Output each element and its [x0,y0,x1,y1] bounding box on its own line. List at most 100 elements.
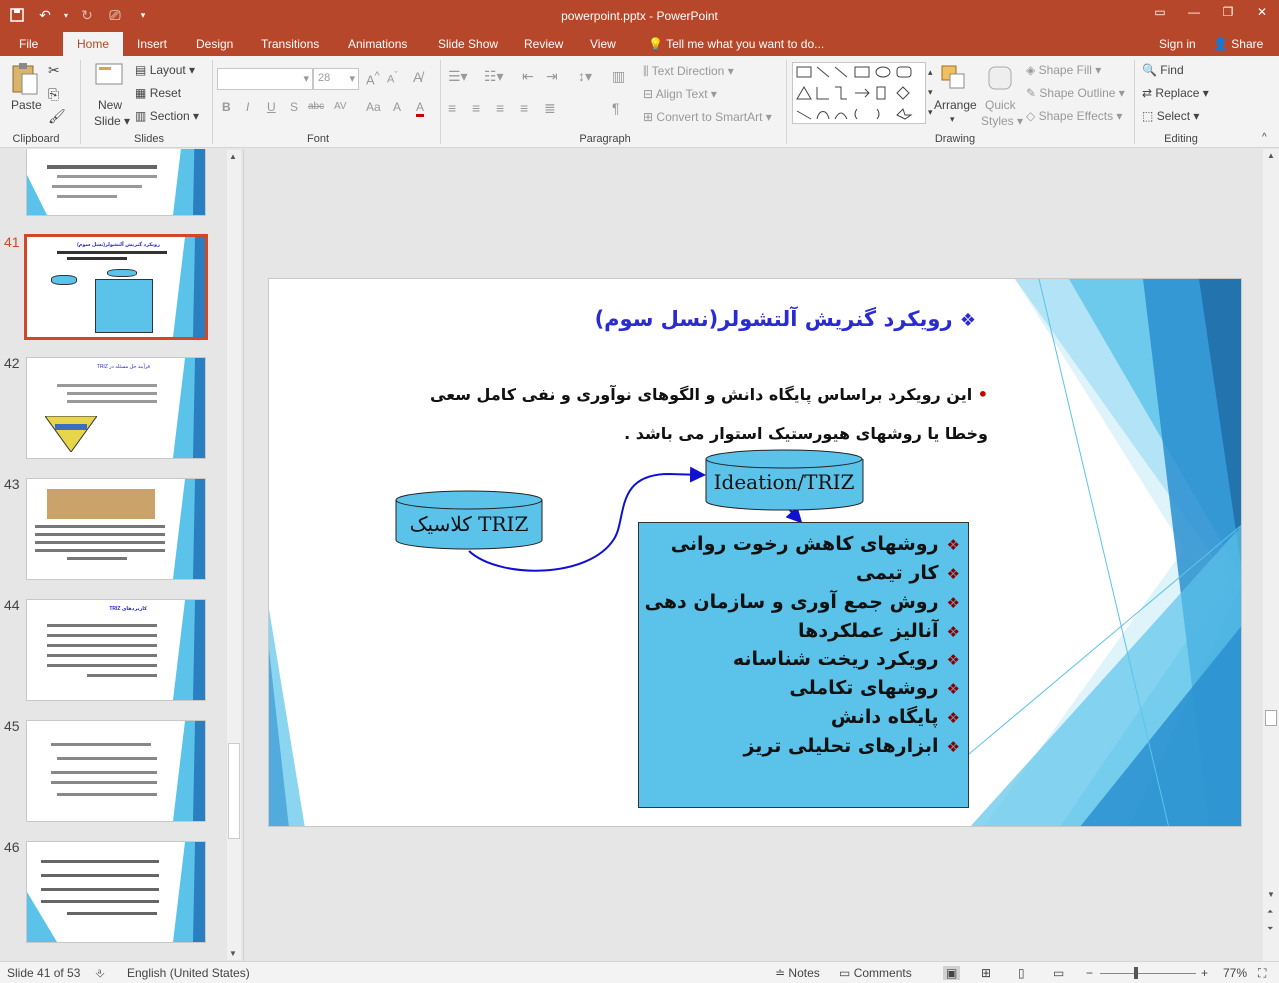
replace-button[interactable]: ⇄ Replace ▾ [1142,86,1209,100]
layout-button[interactable]: ▤ Layout ▾ [135,63,195,77]
current-slide[interactable]: ❖ رویکرد گنریش آلتشولر(نسل سوم) • این رو… [268,278,1242,827]
language-status[interactable]: English (United States) [127,966,250,980]
align-text-button[interactable]: ⊟ Align Text ▾ [643,87,717,101]
bullets-icon[interactable]: ☰▾ [448,68,468,85]
tab-insert[interactable]: Insert [129,32,175,56]
fit-to-window-icon[interactable]: ⛶ [1258,966,1266,981]
reset-button[interactable]: ▦ Reset [135,86,181,100]
scroll-up-icon[interactable]: ▲ [1267,151,1275,160]
normal-view-icon[interactable]: ▣ [943,966,961,980]
tab-view[interactable]: View [582,32,624,56]
close-icon[interactable]: ✕ [1245,0,1279,24]
shape-outline-button[interactable]: ✎ Shape Outline ▾ [1026,86,1125,100]
section-button[interactable]: ▥ Section ▾ [135,109,199,123]
share-button[interactable]: 👤 Share [1205,32,1271,56]
zoom-out-icon[interactable]: − [1086,966,1093,980]
columns-icon[interactable]: ▥ [612,68,625,85]
sign-in-link[interactable]: Sign in [1151,32,1204,56]
new-slide-icon[interactable] [94,62,124,93]
tab-review[interactable]: Review [516,32,571,56]
zoom-level[interactable]: 77% [1223,966,1247,980]
tab-file[interactable]: File [11,32,46,56]
slide-sorter-icon[interactable]: ⊞ [981,966,991,980]
arrange-icon[interactable] [940,64,968,95]
grow-font-icon[interactable]: A^ [366,70,380,87]
align-left-icon[interactable]: ≡ [448,100,456,116]
increase-indent-icon[interactable]: ⇥ [546,68,558,85]
thumbnail-42[interactable]: فرآیند حل مسئله در TRIZ [26,357,206,459]
spellcheck-icon[interactable]: ⎀ [95,966,105,981]
thumbnail-43[interactable] [26,478,206,580]
font-color-button[interactable]: A [416,100,425,117]
scroll-up-icon[interactable]: ▲ [229,152,237,161]
clear-formatting-icon[interactable]: A̸ [413,69,422,85]
previous-slide-icon[interactable]: ⏶ [1267,907,1273,917]
copy-icon[interactable]: ⎘ [48,86,59,103]
convert-smartart-button[interactable]: ⊞ Convert to SmartArt ▾ [643,110,772,124]
zoom-slider[interactable] [1100,973,1196,974]
line-spacing-icon[interactable]: ↕▾ [578,68,592,85]
thumbnail-46[interactable] [26,841,206,943]
cylinder-ideation-triz[interactable]: Ideation/TRIZ [705,449,864,511]
zoom-slider-thumb[interactable] [1134,967,1138,979]
new-slide-button[interactable]: Slide ▾ [94,114,130,128]
shrink-font-icon[interactable]: Aˇ [387,70,397,86]
tab-slide-show[interactable]: Slide Show [430,32,506,56]
align-right-icon[interactable]: ≡ [496,100,504,116]
cylinder-classic-triz[interactable]: TRIZ کلاسیک [395,490,543,550]
scroll-down-icon[interactable]: ▼ [229,949,237,958]
comments-button[interactable]: ▭ Comments [839,966,912,980]
thumbnail-45[interactable] [26,720,206,822]
underline-button[interactable]: U [267,100,276,114]
quick-styles-icon[interactable] [986,64,1014,95]
arrange-dropdown-icon[interactable]: ▾ [950,114,955,125]
distributed-icon[interactable]: ≣ [544,100,556,117]
tell-me-box[interactable]: 💡 Tell me what you want to do... [640,32,832,56]
tab-transitions[interactable]: Transitions [253,32,327,56]
methods-list-box[interactable]: ❖روشهای کاهش رخوت روانی ❖کار تیمی ❖روش ج… [638,522,969,808]
change-case-button[interactable]: Aa [366,100,381,114]
cut-icon[interactable]: ✂ [48,62,60,79]
thumbnail-40[interactable] [26,149,206,216]
justify-icon[interactable]: ≡ [520,100,528,116]
shape-fill-button[interactable]: ◈ Shape Fill ▾ [1026,63,1101,77]
thumbnail-44[interactable]: کاربردهای TRIZ [26,599,206,701]
rtl-icon[interactable]: ¶ [612,100,620,116]
character-spacing-button[interactable]: AV [334,101,347,112]
decrease-indent-icon[interactable]: ⇤ [522,68,534,85]
slide-scrollbar[interactable]: ▲ ▼ ⏶ ⏷ [1263,149,1279,961]
zoom-in-icon[interactable]: + [1201,966,1208,980]
thumbnail-scrollbar[interactable]: ▲ ▼ [227,150,241,960]
arrange-button[interactable]: Arrange [934,98,977,112]
tab-home[interactable]: Home [63,32,123,56]
maximize-icon[interactable]: ❐ [1211,0,1245,24]
slideshow-view-icon[interactable]: ▭ [1053,966,1064,980]
paste-button[interactable] [10,62,40,99]
font-size-box[interactable]: 28 ▾ [313,68,359,90]
scroll-thumb[interactable] [1265,710,1277,726]
text-direction-button[interactable]: ⫼ Text Direction ▾ [643,64,734,79]
tab-animations[interactable]: Animations [340,32,415,56]
collapse-ribbon-icon[interactable]: ^ [1262,132,1267,143]
bold-button[interactable]: B [222,100,231,114]
scroll-down-icon[interactable]: ▼ [1267,890,1275,899]
numbering-icon[interactable]: ☷▾ [484,68,504,85]
reading-view-icon[interactable]: ▯ [1018,966,1025,980]
next-slide-icon[interactable]: ⏷ [1267,924,1273,934]
align-center-icon[interactable]: ≡ [472,100,480,116]
shadow-button[interactable]: S [290,100,298,114]
highlight-button[interactable]: A [393,100,401,114]
font-name-box[interactable]: ▾ [217,68,313,90]
scroll-thumb[interactable] [228,743,240,839]
notes-button[interactable]: ≐ Notes [775,966,820,980]
strikethrough-button[interactable]: abc [308,101,324,112]
find-button[interactable]: 🔍 Find [1142,63,1184,77]
italic-button[interactable]: I [246,100,249,114]
shape-effects-button[interactable]: ◇ Shape Effects ▾ [1026,109,1122,123]
shapes-gallery[interactable] [792,62,926,124]
shapes-gallery-scroll[interactable]: ▴ ▾ ▾ [928,62,933,122]
format-painter-icon[interactable]: 🖌 [48,108,66,125]
quick-styles-button[interactable]: Styles ▾ [981,114,1023,128]
ribbon-display-options-icon[interactable]: ▭ [1143,0,1177,24]
thumbnail-41[interactable]: رویکرد گنریش آلتشولر(نسل سوم) [24,234,208,340]
